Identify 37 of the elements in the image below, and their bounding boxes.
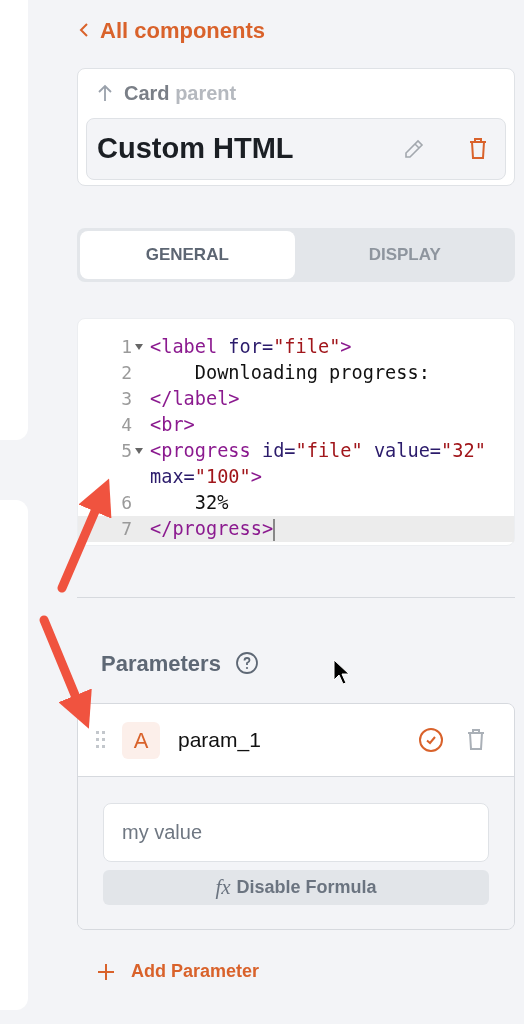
line-number: 5 <box>121 439 132 463</box>
line-number: 4 <box>121 413 132 437</box>
code-line[interactable]: <label for="file"> <box>150 334 512 360</box>
line-number: 2 <box>121 361 132 385</box>
drag-handle-icon[interactable] <box>96 730 106 750</box>
edit-icon[interactable] <box>402 137 426 161</box>
line-number: 1 <box>121 335 132 359</box>
parent-label[interactable]: Card parent <box>124 78 237 108</box>
code-editor[interactable]: 1 <label for="file"> 2 Downloading progress: 3 </label> 4 <br> 5 <progress id="file" value="32" max="100"> 6 32% 7 </progress> <box>77 318 515 546</box>
fold-icon[interactable] <box>135 344 143 350</box>
code-line[interactable]: <br> <box>150 412 512 438</box>
section-title: Parameters <box>101 649 221 678</box>
line-number: 3 <box>121 387 132 411</box>
code-line[interactable]: Downloading progress: <box>150 360 512 386</box>
fold-icon[interactable] <box>135 448 143 454</box>
type-badge: A <box>122 721 160 759</box>
check-circle-icon[interactable] <box>418 727 444 753</box>
name-field[interactable]: Custom HTML <box>86 118 506 180</box>
text-cursor <box>273 518 276 541</box>
parameter-name: param_1 <box>178 727 262 754</box>
value-field[interactable]: my value <box>103 803 489 862</box>
help-icon[interactable] <box>234 651 259 675</box>
code-line[interactable]: </progress> <box>150 516 512 542</box>
line-number: 6 <box>121 491 132 515</box>
chevron-left-icon <box>78 21 90 39</box>
component-name: Custom HTML <box>97 131 295 167</box>
arrow-up-icon[interactable] <box>96 83 114 103</box>
code-line[interactable]: 32% <box>150 490 512 516</box>
plus-icon <box>97 962 115 981</box>
tab[interactable]: GENERAL <box>80 231 295 279</box>
trash-icon[interactable] <box>468 137 488 161</box>
cursor-icon <box>333 659 350 685</box>
code-line[interactable]: <progress id="file" value="32" max="100"> <box>150 438 512 490</box>
disable-formula-button[interactable]: fx Disable Formula <box>103 870 489 905</box>
code-line[interactable]: </label> <box>150 386 512 412</box>
trash-icon[interactable] <box>466 728 486 752</box>
line-number: 7 <box>121 517 132 541</box>
